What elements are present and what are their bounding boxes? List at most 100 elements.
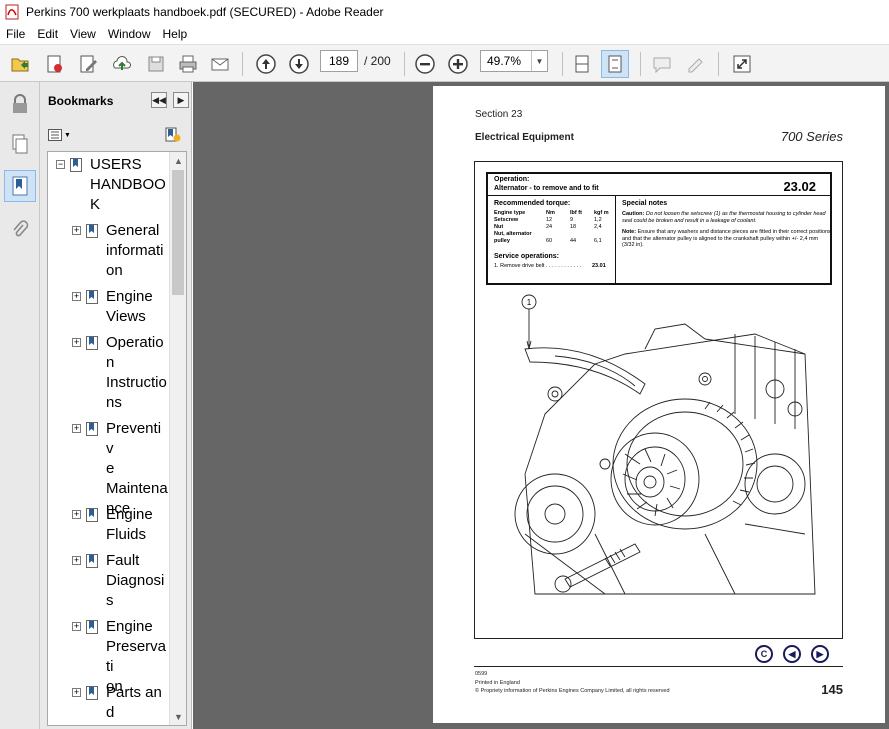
bookmark-label: Preventiv e Maintena nce [106,419,168,519]
toolbar-separator [242,52,243,76]
fullscreen-button[interactable] [728,50,756,78]
footer-printed: Printed in England [475,680,520,686]
bookmark-label: Engine Fluids [106,505,153,545]
torque-heading: Recommended torque: [494,200,571,207]
bookmark-label-line: Instructio [106,374,167,391]
expand-icon[interactable]: + [72,292,81,301]
operation-box: Operation: Alternator - to remove and to… [486,172,832,285]
sign-button[interactable] [682,50,710,78]
fit-page-button[interactable] [601,50,629,78]
bookmark-icon [86,686,98,700]
service-heading: Service operations: [494,253,559,260]
menu-help[interactable]: Help [157,27,194,41]
bookmark-icon [86,508,98,522]
toolbar-separator [718,52,719,76]
bookmark-label-line: Engine [106,506,153,523]
print-button[interactable] [174,50,202,78]
create-pdf-button[interactable] [40,50,68,78]
torque-cell-nm: 24 [546,224,553,230]
toolbar-separator [562,52,563,76]
zoom-select[interactable]: 49.7% ▼ [480,50,548,72]
bookmark-label-line: HANDBOO [90,176,166,193]
menu-file[interactable]: File [0,27,31,41]
upload-icon [113,55,132,70]
email-button[interactable] [206,50,234,78]
page-number-input[interactable]: 189 [320,50,358,72]
service-item: 1. Remove drive belt . . . . . . . . . .… [494,263,582,269]
bookmark-label: USERS HANDBOO K [90,155,166,215]
alternator-drawing: 1 [514,294,816,595]
prev-page-button[interactable] [252,50,280,78]
zoom-out-button[interactable] [411,50,439,78]
open-button[interactable] [6,50,34,78]
chevron-down-icon[interactable]: ▼ [531,51,547,71]
caution-label: Caution: [622,211,645,217]
navigation-pane-strip [0,82,40,729]
create-pdf-icon [47,55,62,73]
previous-page-link[interactable]: ◀ [783,645,801,663]
next-page-link[interactable]: ▶ [811,645,829,663]
security-button[interactable] [4,88,36,120]
general-note: Note: Ensure that any washers and distan… [622,229,832,249]
page-frame: Operation: Alternator - to remove and to… [474,161,843,639]
paperclip-icon [13,220,29,237]
sign-icon [688,58,703,73]
torque-cell-lbf: 44 [570,238,577,244]
menu-edit[interactable]: Edit [31,27,64,41]
footer-code: 0599 [475,671,488,677]
options-list-icon [48,129,62,141]
expand-icon[interactable]: + [72,556,81,565]
torque-table: Engine type Nm lbf ft kgf m Setscrew 12 9 1… [494,210,612,245]
bookmark-label-line: Fault [106,552,140,569]
bookmark-label-line: USERS [90,156,142,173]
menu-view[interactable]: View [64,27,102,41]
scroll-up-icon[interactable]: ▲ [170,152,186,169]
bookmarks-panel: Bookmarks ◀◀ ▶ ▼ − USERS HANDBOO K + General i… [40,82,192,729]
contents-button[interactable]: C [755,645,773,663]
expand-icon[interactable]: + [72,226,81,235]
collapse-panel-button[interactable]: ◀◀ [151,92,167,108]
expand-icon[interactable]: + [72,338,81,347]
chevron-down-icon: ▼ [64,131,71,139]
attachments-button[interactable] [4,214,36,246]
fit-width-button[interactable] [568,50,596,78]
panel-next-button[interactable]: ▶ [173,92,189,108]
pdf-page: Section 23 Electrical Equipment 700 Seri… [433,86,885,723]
new-bookmark-button[interactable] [164,126,182,144]
scrollbar-thumb[interactable] [172,170,184,295]
torque-col-kgf: kgf m [594,210,609,216]
edit-button[interactable] [74,50,102,78]
bookmark-label-line: Maintena [106,480,168,497]
comment-icon [653,57,671,74]
torque-cell-type: pulley [494,238,510,244]
bookmarks-scrollbar[interactable]: ▲ ▼ [169,152,186,725]
footer-copyright: © Propriety information of Perkins Engin… [475,688,670,694]
comment-button[interactable] [648,50,676,78]
collapse-icon[interactable]: − [56,160,65,169]
fullscreen-icon [733,55,751,73]
bookmarks-button[interactable] [4,170,36,202]
expand-icon[interactable]: + [72,510,81,519]
save-button[interactable] [142,50,170,78]
bookmark-label-line: Preventiv [106,420,162,457]
upload-button[interactable] [108,50,136,78]
pages-icon [12,134,28,154]
bookmark-icon [86,290,98,304]
fit-page-icon [608,55,622,73]
expand-icon[interactable]: + [72,622,81,631]
menu-window[interactable]: Window [102,27,157,41]
expand-icon[interactable]: + [72,424,81,433]
bookmark-icon [86,224,98,238]
next-page-button[interactable] [285,50,313,78]
zoom-in-button[interactable] [444,50,472,78]
torque-cell-type: Setscrew [494,217,519,223]
bookmark-label: Fault Diagnosi s [106,551,164,611]
bookmark-label-line: Fluids [106,526,147,543]
expand-icon[interactable]: + [72,688,81,697]
toolbar-separator [640,52,641,76]
pages-button[interactable] [4,128,36,160]
bookmark-options-button[interactable]: ▼ [48,126,74,144]
service-item-ref: 23.01 [592,263,606,269]
torque-col-nm: Nm [546,210,555,216]
scroll-down-icon[interactable]: ▼ [170,708,186,725]
